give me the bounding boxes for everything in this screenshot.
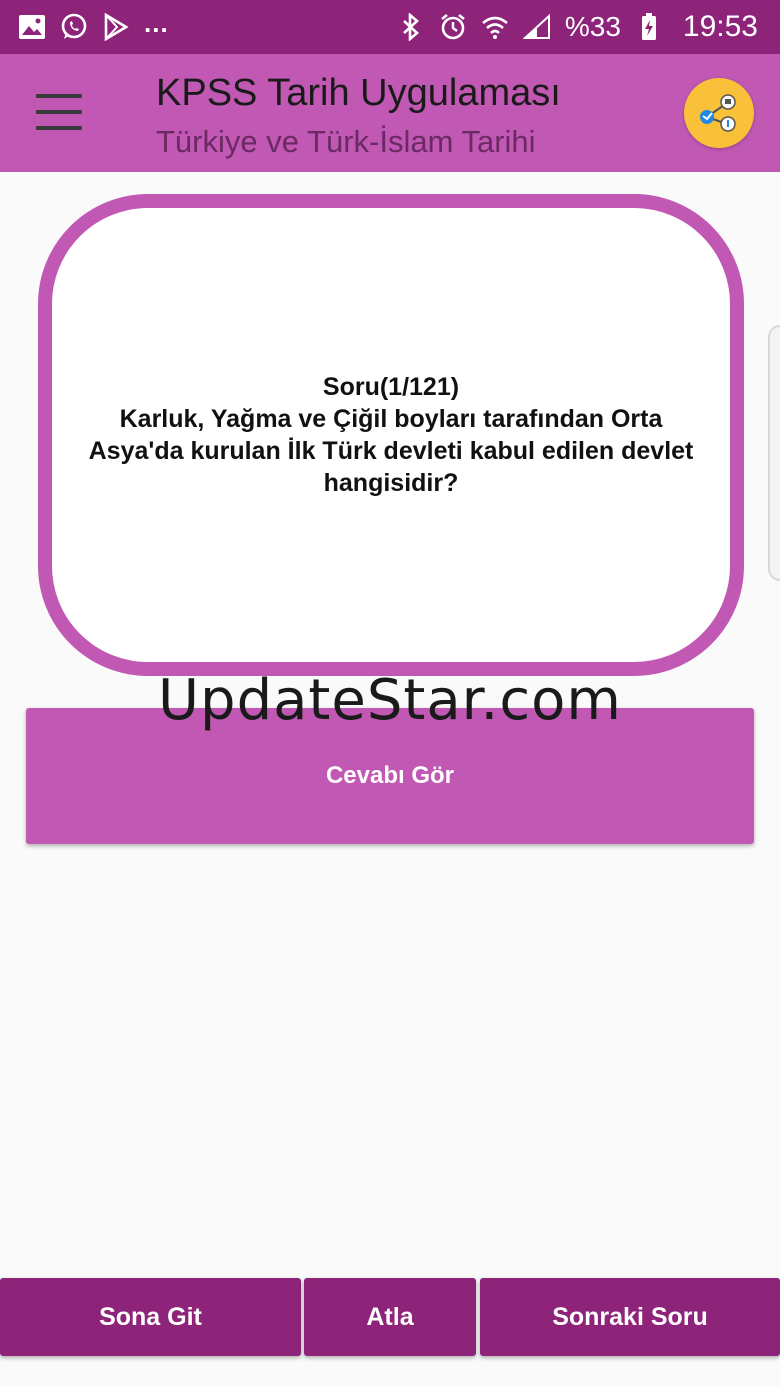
wifi-icon bbox=[481, 13, 509, 41]
share-icon bbox=[700, 94, 736, 132]
menu-icon-line bbox=[36, 126, 82, 130]
app-bar: KPSS Tarih Uygulaması Türkiye ve Türk-İs… bbox=[0, 54, 780, 172]
skip-button[interactable]: Atla bbox=[304, 1278, 476, 1356]
status-left: ... bbox=[18, 8, 169, 41]
bottom-nav: Sona Git Atla Sonraki Soru bbox=[0, 1278, 780, 1356]
alarm-icon bbox=[439, 13, 467, 41]
whatsapp-icon bbox=[60, 13, 88, 41]
share-button[interactable] bbox=[684, 78, 754, 148]
next-question-button[interactable]: Sonraki Soru bbox=[480, 1278, 780, 1356]
battery-percent: %33 bbox=[564, 11, 621, 42]
menu-icon-line bbox=[36, 110, 82, 114]
question-counter: Soru(1/121) bbox=[322, 373, 460, 401]
battery-charging-icon bbox=[635, 13, 663, 41]
edge-panel-handle[interactable] bbox=[768, 325, 780, 581]
watermark: UpdateStar.com bbox=[158, 668, 622, 733]
signal-icon bbox=[522, 13, 551, 41]
question-card: Soru(1/121) Karluk, Yağma ve Çiğil boyla… bbox=[38, 194, 744, 676]
go-last-button[interactable]: Sona Git bbox=[0, 1278, 301, 1356]
more-notifications: ... bbox=[144, 7, 169, 38]
app-title: KPSS Tarih Uygulaması bbox=[156, 72, 561, 114]
status-bar: ... %33 19:53 bbox=[0, 0, 780, 54]
status-right: %33 19:53 bbox=[397, 10, 758, 44]
gallery-icon bbox=[18, 13, 46, 41]
menu-button[interactable] bbox=[36, 94, 82, 130]
menu-icon-line bbox=[36, 94, 82, 98]
clock: 19:53 bbox=[682, 10, 758, 43]
bluetooth-icon bbox=[397, 13, 425, 41]
app-subtitle: Türkiye ve Türk-İslam Tarihi bbox=[156, 124, 536, 159]
question-text: Karluk, Yağma ve Çiğil boyları tarafında… bbox=[88, 405, 694, 497]
play-store-icon bbox=[102, 13, 130, 41]
